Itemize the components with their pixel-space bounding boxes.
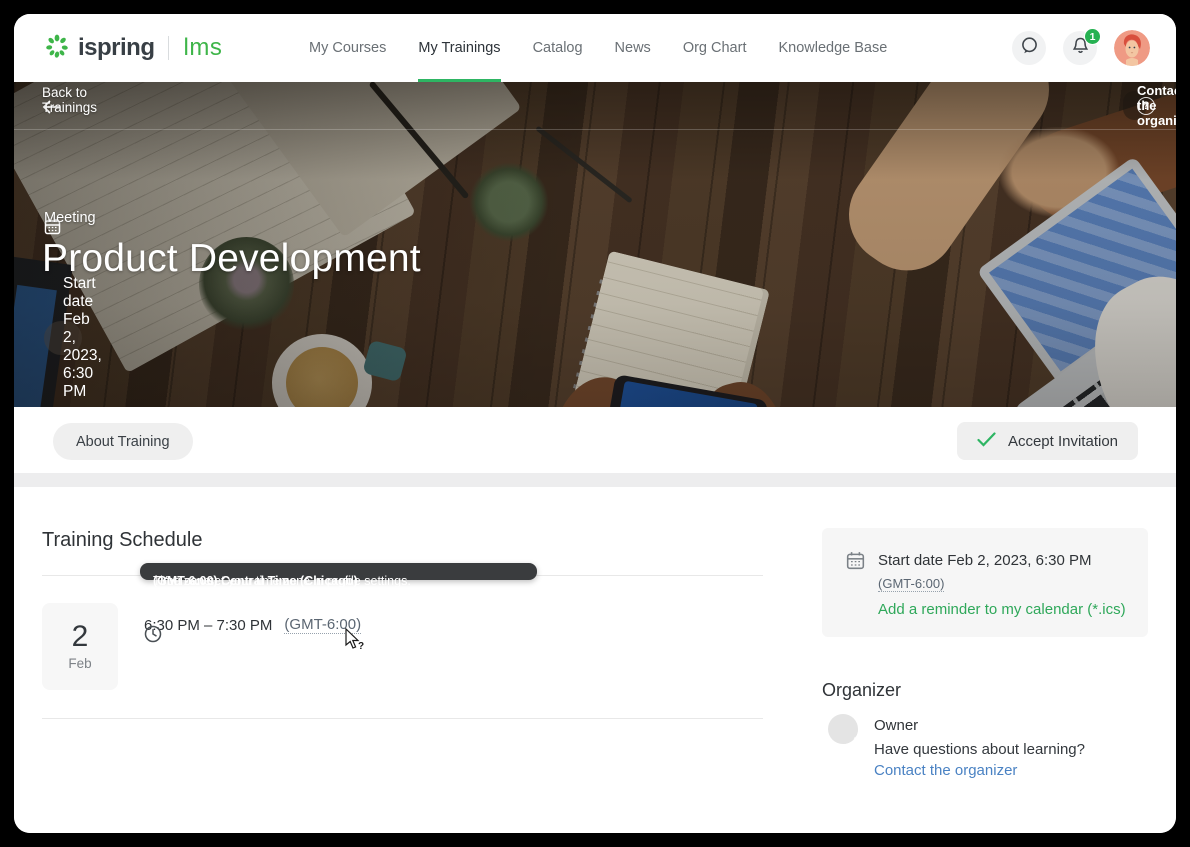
logo-divider [168,36,169,60]
nav-item-knowledge-base[interactable]: Knowledge Base [778,14,887,82]
card-start-date: Start date Feb 2, 2023, 6:30 PM [878,552,1091,569]
check-icon [977,432,996,451]
accept-invitation-button[interactable]: Accept Invitation [957,422,1138,460]
session-month: Feb [68,656,91,671]
top-navbar: ispring lms My Courses My Trainings Cata… [14,14,1176,82]
header-actions: 1 [1012,14,1150,82]
logo-text-primary: ispring [78,34,155,62]
chat-bubble-icon [1020,36,1039,60]
nav-item-org-chart[interactable]: Org Chart [683,14,747,82]
nav-item-my-courses[interactable]: My Courses [309,14,386,82]
training-type-label: Meeting [44,210,96,226]
svg-text:?: ? [358,641,364,652]
tab-about-training[interactable]: About Training [53,423,193,460]
main-nav: My Courses My Trainings Catalog News Org… [309,14,887,82]
hero-divider-line [14,129,1176,130]
section-divider-band [14,473,1176,487]
start-date-pill: Start date Feb 2, 2023, 6:30 PM [44,321,82,355]
main-content: Training Schedule Time zone: (GMT-6:00) … [14,487,1176,833]
tooltip-text-suffix: . You can set your time zone in profile … [153,571,411,591]
schedule-heading: Training Schedule [42,529,202,552]
organizer-avatar [828,714,858,744]
organizer-heading: Organizer [822,680,901,701]
nav-item-catalog[interactable]: Catalog [533,14,583,82]
organizer-name: Owner [874,717,918,734]
session-time: 6:30 PM – 7:30 PM [144,617,272,634]
logo-text-secondary: lms [184,34,223,62]
session-day: 2 [72,622,89,652]
notification-badge: 1 [1084,28,1101,45]
app-window: ispring lms My Courses My Trainings Cata… [14,14,1176,833]
card-timezone-link[interactable]: (GMT-6:00) [878,576,944,592]
organizer-question: Have questions about learning? [874,741,1085,758]
notifications-button[interactable]: 1 [1063,31,1097,65]
session-date-box: 2 Feb [42,603,118,690]
divider [42,718,763,719]
add-reminder-link[interactable]: Add a reminder to my calendar (*.ics) [878,601,1126,618]
contact-organizer-button[interactable]: Contact the organizer ? [1123,91,1146,120]
help-circle-icon[interactable]: ? [1137,97,1155,115]
session-time-row: 6:30 PM – 7:30 PM (GMT-6:00) [144,616,361,634]
start-date-pill-label: Start date Feb 2, 2023, 6:30 PM [63,275,102,401]
start-date-card: Start date Feb 2, 2023, 6:30 PM (GMT-6:0… [822,528,1148,637]
training-toolbar: About Training Accept Invitation [14,407,1176,473]
nav-item-news[interactable]: News [615,14,651,82]
timezone-tooltip: Time zone: (GMT-6:00) Central Time (Chic… [140,563,537,580]
hero-banner: 85.00% Back to Trainings Contact the org… [14,82,1176,407]
chat-button[interactable] [1012,31,1046,65]
user-avatar[interactable] [1114,30,1150,66]
ispring-flower-icon [44,33,70,64]
nav-item-my-trainings[interactable]: My Trainings [418,14,500,82]
accept-invitation-label: Accept Invitation [1008,433,1118,450]
contact-organizer-link[interactable]: Contact the organizer [874,762,1017,779]
brand-logo[interactable]: ispring lms [44,33,222,64]
back-link-label: Back to Trainings [42,85,97,115]
